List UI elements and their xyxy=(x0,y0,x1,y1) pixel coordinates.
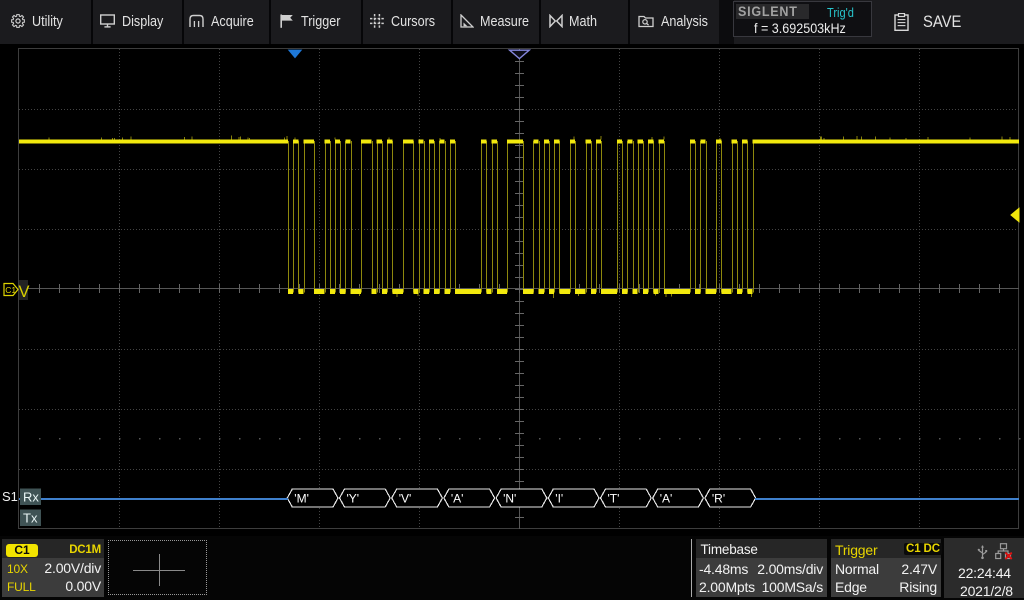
svg-text:S1: S1 xyxy=(2,489,18,504)
svg-text:'V': 'V' xyxy=(399,492,412,506)
svg-text:'A': 'A' xyxy=(660,492,673,506)
svg-text:C1: C1 xyxy=(5,285,16,295)
svg-text:Rx: Rx xyxy=(23,490,39,505)
svg-text:'T': 'T' xyxy=(608,492,620,506)
svg-text:'R': 'R' xyxy=(712,492,725,506)
svg-text:'M': 'M' xyxy=(294,492,309,506)
svg-text:'I': 'I' xyxy=(555,492,563,506)
svg-text:'Y': 'Y' xyxy=(347,492,360,506)
svg-text:V: V xyxy=(19,283,30,301)
svg-text:'N': 'N' xyxy=(503,492,516,506)
svg-text:'A': 'A' xyxy=(451,492,464,506)
svg-text:Tx: Tx xyxy=(23,511,38,526)
